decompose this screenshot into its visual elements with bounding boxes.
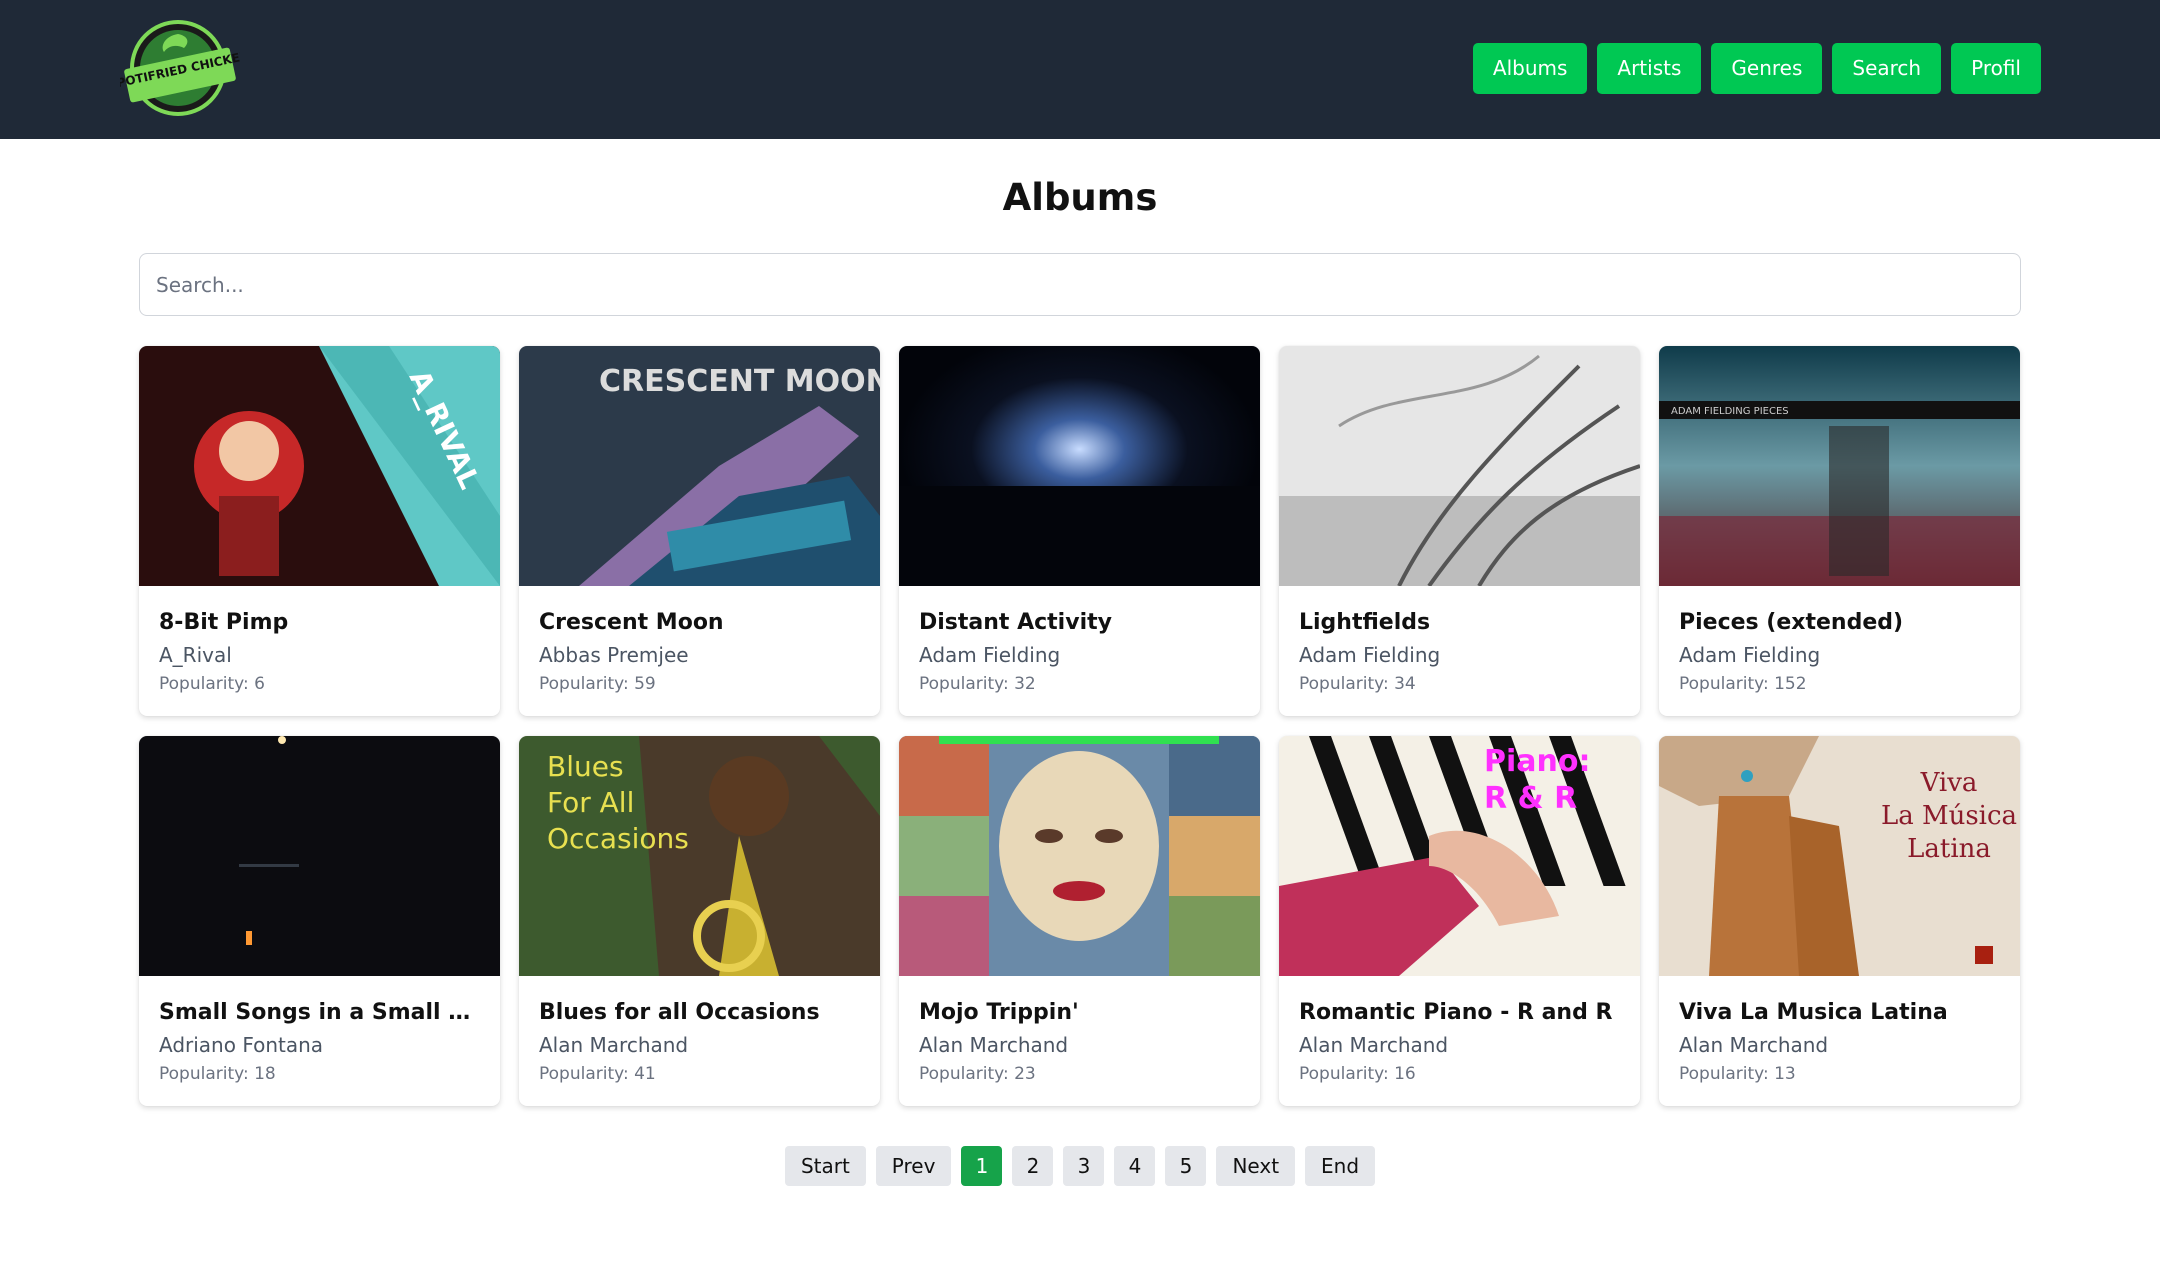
album-title[interactable]: Blues for all Occasions: [539, 1000, 860, 1025]
album-cover-image[interactable]: CRESCENT MOON: [519, 346, 880, 586]
nav-genres-button[interactable]: Genres: [1711, 43, 1823, 94]
album-artist: A_Rival: [159, 643, 232, 667]
album-title[interactable]: Crescent Moon: [539, 610, 860, 635]
album-card-body: Pieces (extended) Adam Fielding Populari…: [1659, 586, 2020, 694]
main-nav: Albums Artists Genres Search Profil: [1472, 43, 2041, 94]
svg-text:Latina: Latina: [1907, 834, 1991, 864]
album-popularity: Popularity: 152: [1679, 674, 1807, 694]
album-artist: Abbas Premjee: [539, 643, 689, 667]
album-title[interactable]: Romantic Piano - R and R: [1299, 1000, 1620, 1025]
top-navbar: SPOTIFRIED CHICKEN Albums Artists Genres…: [0, 0, 2160, 139]
album-cover-image[interactable]: Viva La Música Latina: [1659, 736, 2020, 976]
album-card-body: Romantic Piano - R and R Alan Marchand P…: [1279, 976, 1640, 1084]
album-popularity: Popularity: 32: [919, 674, 1036, 694]
album-card[interactable]: Mojo Trippin' Alan Marchand Popularity: …: [899, 736, 1260, 1106]
album-card[interactable]: Distant Activity Adam Fielding Popularit…: [899, 346, 1260, 716]
pagination-page-3[interactable]: 3: [1063, 1146, 1105, 1186]
album-title[interactable]: Distant Activity: [919, 610, 1240, 635]
album-popularity: Popularity: 16: [1299, 1064, 1416, 1084]
album-cover-image[interactable]: Piano: R & R: [1279, 736, 1640, 976]
album-artist: Adam Fielding: [1679, 643, 1821, 667]
svg-text:Viva: Viva: [1920, 768, 1978, 798]
album-popularity: Popularity: 13: [1679, 1064, 1796, 1084]
svg-text:R & R: R & R: [1484, 781, 1577, 816]
svg-text:Piano:: Piano:: [1484, 744, 1590, 779]
svg-text:ADAM FIELDING PIECES: ADAM FIELDING PIECES: [1671, 406, 1789, 417]
album-artist: Adriano Fontana: [159, 1033, 324, 1057]
album-popularity: Popularity: 6: [159, 674, 265, 694]
album-title[interactable]: Pieces (extended): [1679, 610, 2000, 635]
album-artist: Alan Marchand: [539, 1033, 689, 1057]
album-cover-image[interactable]: ADAM FIELDING PIECES: [1659, 346, 2020, 586]
pagination-page-1[interactable]: 1: [961, 1146, 1003, 1186]
pagination-start-button[interactable]: Start: [784, 1146, 866, 1186]
albums-grid: A_RIVAL 8-Bit Pimp A_Rival Popularity: 6…: [139, 346, 2021, 1106]
album-card-body: Distant Activity Adam Fielding Popularit…: [899, 586, 1260, 694]
album-popularity: Popularity: 18: [159, 1064, 276, 1084]
pagination-page-5[interactable]: 5: [1165, 1146, 1207, 1186]
svg-text:Occasions: Occasions: [547, 822, 689, 855]
album-card-body: Lightfields Adam Fielding Popularity: 34: [1279, 586, 1640, 694]
album-artist: Alan Marchand: [1679, 1033, 1829, 1057]
nav-profile-button[interactable]: Profil: [1951, 43, 2041, 94]
album-card[interactable]: Small Songs in a Small Kitc... Adriano F…: [139, 736, 500, 1106]
album-card[interactable]: Lightfields Adam Fielding Popularity: 34: [1279, 346, 1640, 716]
album-title[interactable]: Mojo Trippin': [919, 1000, 1240, 1025]
svg-text:La Música: La Música: [1881, 801, 2017, 831]
album-popularity: Popularity: 59: [539, 674, 656, 694]
album-card[interactable]: Blues For All Occasions Blues for all Oc…: [519, 736, 880, 1106]
nav-search-button[interactable]: Search: [1832, 43, 1942, 94]
search-input[interactable]: [139, 253, 2021, 316]
album-card[interactable]: Viva La Música Latina Viva La Musica Lat…: [1659, 736, 2020, 1106]
album-card[interactable]: ADAM FIELDING PIECES Pieces (extended) A…: [1659, 346, 2020, 716]
pagination-page-2[interactable]: 2: [1012, 1146, 1054, 1186]
album-card[interactable]: CRESCENT MOON Crescent Moon Abbas Premje…: [519, 346, 880, 716]
album-popularity: Popularity: 34: [1299, 674, 1416, 694]
album-cover-image[interactable]: [1279, 346, 1640, 586]
album-title[interactable]: Viva La Musica Latina: [1679, 1000, 2000, 1025]
album-card-body: 8-Bit Pimp A_Rival Popularity: 6: [139, 586, 500, 694]
album-title[interactable]: Small Songs in a Small Kitc...: [159, 1000, 480, 1025]
album-card-body: Blues for all Occasions Alan Marchand Po…: [519, 976, 880, 1084]
album-cover-image[interactable]: [139, 736, 500, 976]
pagination-next-button[interactable]: Next: [1216, 1146, 1296, 1186]
page-title: Albums: [1002, 176, 1158, 219]
album-popularity: Popularity: 41: [539, 1064, 656, 1084]
album-artist: Adam Fielding: [919, 643, 1061, 667]
album-artist: Alan Marchand: [919, 1033, 1069, 1057]
album-popularity: Popularity: 23: [919, 1064, 1036, 1084]
album-card-body: Small Songs in a Small Kitc... Adriano F…: [139, 976, 500, 1084]
svg-text:Blues: Blues: [547, 750, 624, 783]
album-cover-image[interactable]: A_RIVAL: [139, 346, 500, 586]
pagination-prev-button[interactable]: Prev: [875, 1146, 952, 1186]
album-card-body: Viva La Musica Latina Alan Marchand Popu…: [1659, 976, 2020, 1084]
pagination-page-4[interactable]: 4: [1114, 1146, 1156, 1186]
album-card[interactable]: A_RIVAL 8-Bit Pimp A_Rival Popularity: 6: [139, 346, 500, 716]
album-card[interactable]: Piano: R & R Romantic Piano - R and R Al…: [1279, 736, 1640, 1106]
pagination-end-button[interactable]: End: [1305, 1146, 1376, 1186]
album-cover-image[interactable]: [899, 346, 1260, 586]
svg-text:CRESCENT MOON: CRESCENT MOON: [599, 364, 880, 399]
album-artist: Alan Marchand: [1299, 1033, 1449, 1057]
nav-artists-button[interactable]: Artists: [1597, 43, 1702, 94]
svg-text:For All: For All: [547, 786, 634, 819]
album-artist: Adam Fielding: [1299, 643, 1441, 667]
album-title[interactable]: 8-Bit Pimp: [159, 610, 480, 635]
album-cover-image[interactable]: [899, 736, 1260, 976]
spotifried-chicken-logo[interactable]: SPOTIFRIED CHICKEN: [120, 18, 240, 118]
nav-albums-button[interactable]: Albums: [1472, 43, 1588, 94]
album-cover-image[interactable]: Blues For All Occasions: [519, 736, 880, 976]
album-title[interactable]: Lightfields: [1299, 610, 1620, 635]
album-card-body: Mojo Trippin' Alan Marchand Popularity: …: [899, 976, 1260, 1084]
album-card-body: Crescent Moon Abbas Premjee Popularity: …: [519, 586, 880, 694]
pagination: Start Prev 1 2 3 4 5 Next End: [0, 1146, 2160, 1186]
